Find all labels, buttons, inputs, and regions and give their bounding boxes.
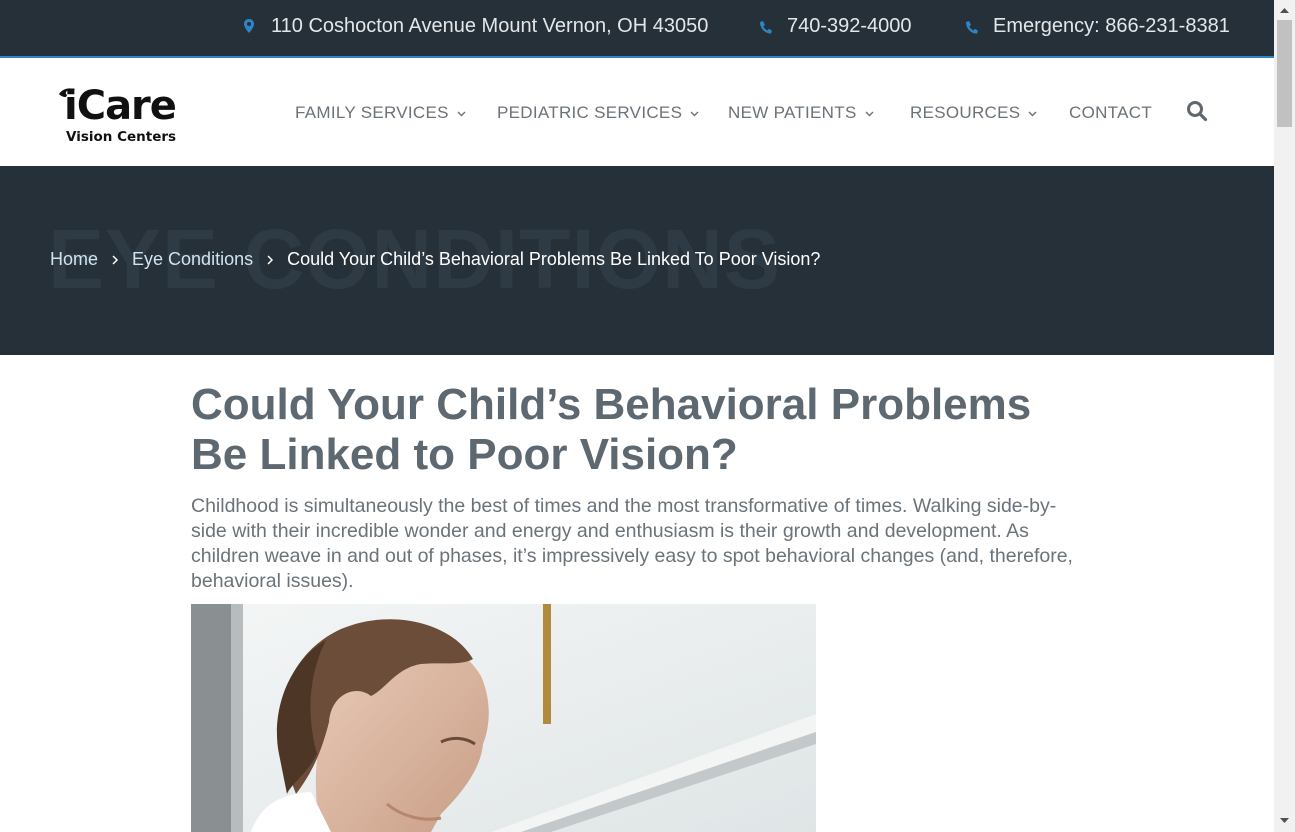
phone-item[interactable]: 740-392-4000 [757,15,912,38]
chevron-right-icon [267,254,274,265]
nav-label: FAMILY SERVICES [295,103,449,122]
nav-label: RESOURCES [910,103,1021,122]
child-at-window-photo [191,604,816,832]
nav-label: NEW PATIENTS [728,103,857,122]
emergency-text: Emergency: 866-231-8381 [993,15,1230,37]
breadcrumb-category-link[interactable]: Eye Conditions [132,249,253,270]
map-pin-icon [244,18,254,33]
nav-pediatric-services[interactable]: PEDIATRIC SERVICES [497,103,699,123]
nav-contact[interactable]: CONTACT [1069,103,1152,123]
nav-label: CONTACT [1069,103,1152,122]
nav-resources[interactable]: RESOURCES [910,103,1037,123]
phone-icon [760,20,772,34]
logo-brand: iCare [64,83,177,129]
emergency-phone-item[interactable]: Emergency: 866-231-8381 [963,15,1230,38]
page-hero: EYE CONDITIONS Home Eye Conditions Could… [0,166,1274,355]
article: Could Your Child’s Behavioral Problems B… [191,380,1081,594]
breadcrumb-home-link[interactable]: Home [50,249,98,270]
scroll-up-arrow-icon[interactable] [1279,6,1290,14]
page-scrollbar[interactable] [1274,0,1295,832]
nav-family-services[interactable]: FAMILY SERVICES [295,103,466,123]
nav-label: PEDIATRIC SERVICES [497,103,683,122]
site-logo[interactable]: iCare Vision Centers [58,83,208,147]
scrollbar-thumb[interactable] [1277,20,1292,127]
address-item[interactable]: 110 Coshocton Avenue Mount Vernon, OH 43… [241,15,708,38]
chevron-down-icon [1028,111,1037,116]
nav-new-patients[interactable]: NEW PATIENTS [728,103,874,123]
breadcrumb-current: Could Your Child’s Behavioral Problems B… [287,249,821,269]
phone-text: 740-392-4000 [787,15,912,37]
top-info-bar: 110 Coshocton Avenue Mount Vernon, OH 43… [0,0,1274,58]
chevron-right-icon [112,254,119,265]
search-icon[interactable] [1186,100,1208,122]
chevron-down-icon [690,111,699,116]
article-title: Could Your Child’s Behavioral Problems B… [191,380,1032,479]
chevron-down-icon [865,111,874,116]
article-image [191,604,816,832]
chevron-down-icon [457,111,466,116]
phone-icon [966,20,978,34]
site-header: iCare Vision Centers FAMILY SERVICES PED… [0,60,1274,166]
article-intro: Childhood is simultaneously the best of … [191,495,1073,592]
scroll-down-arrow-icon[interactable] [1279,817,1290,825]
breadcrumb: Home Eye Conditions Could Your Child’s B… [50,249,820,270]
address-text: 110 Coshocton Avenue Mount Vernon, OH 43… [271,15,709,37]
logo-subtitle: Vision Centers [66,129,177,145]
